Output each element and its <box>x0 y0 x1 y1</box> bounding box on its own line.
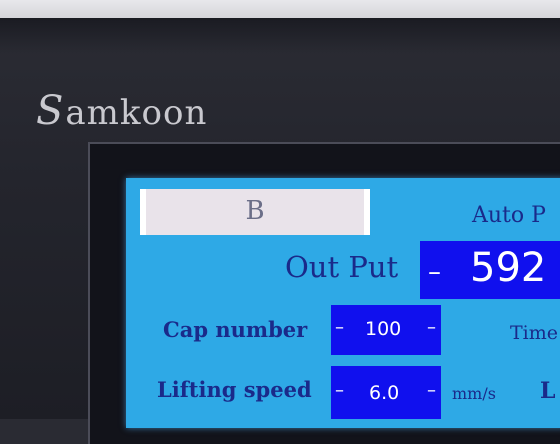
cap-number-label: Cap number <box>163 317 308 342</box>
mode-b-button[interactable]: B <box>140 189 370 235</box>
value-dash-indicator: – <box>427 380 436 401</box>
bezel-shadow <box>0 18 560 54</box>
output-value: 592 <box>470 245 547 291</box>
brand-logo: Samkoon <box>36 88 207 134</box>
time-label: Time <box>510 322 559 344</box>
value-dash-indicator: – <box>335 317 344 338</box>
auto-mode-label: Auto P <box>472 203 546 228</box>
lifting-speed-value: 6.0 <box>369 382 400 404</box>
brand-logo-initial: S <box>36 88 65 134</box>
value-dash-indicator: – <box>335 380 344 401</box>
lifting-speed-unit: mm/s <box>452 384 496 403</box>
partial-label: L <box>540 378 556 404</box>
output-label: Out Put <box>285 250 399 284</box>
output-value-display: – 592 <box>420 241 560 299</box>
cap-number-field[interactable]: – 100 – <box>331 305 441 355</box>
value-dash-indicator: – <box>427 317 436 338</box>
brand-logo-text: amkoon <box>65 93 208 133</box>
value-dash-indicator: – <box>428 257 441 287</box>
lifting-speed-label: Lifting speed <box>157 377 312 402</box>
lifting-speed-field[interactable]: – 6.0 – <box>331 366 441 419</box>
cap-number-value: 100 <box>365 318 402 340</box>
